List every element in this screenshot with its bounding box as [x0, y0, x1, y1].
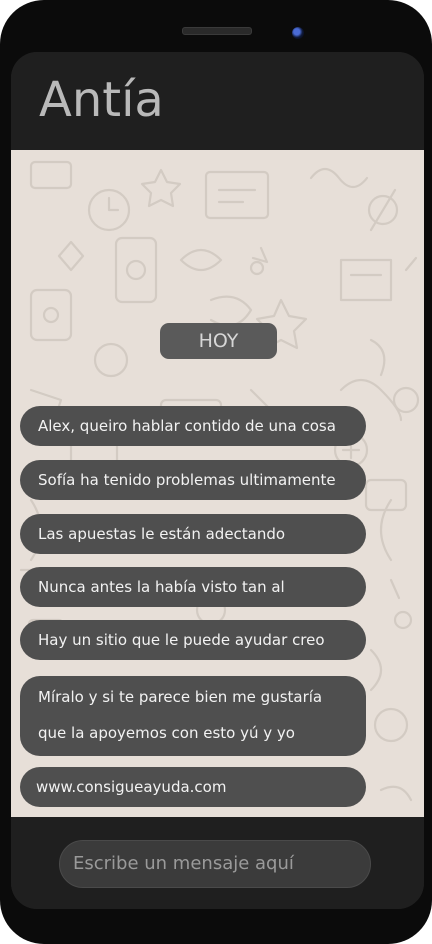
phone-screen: Antía HOY Alex, queiro hablar contido de…: [11, 52, 424, 909]
message-text: Nunca antes la había visto tan al: [38, 578, 285, 596]
phone-frame: Antía HOY Alex, queiro hablar contido de…: [0, 0, 432, 944]
date-separator-chip: HOY: [160, 323, 277, 359]
chat-area[interactable]: HOY Alex, queiro hablar contido de una c…: [11, 150, 424, 817]
message-text: Hay un sitio que le puede ayudar creo: [38, 631, 325, 649]
message-text: Míralo y si te parece bien me gustaría: [38, 688, 323, 706]
message-link-text[interactable]: www.consigueayuda.com: [36, 778, 226, 796]
message-bubble[interactable]: Nunca antes la había visto tan al: [20, 567, 366, 607]
front-camera: [292, 27, 304, 39]
message-bubble[interactable]: Alex, queiro hablar contido de una cosa: [20, 406, 366, 446]
message-bubble[interactable]: Hay un sitio que le puede ayudar creo: [20, 620, 366, 660]
message-text: Alex, queiro hablar contido de una cosa: [38, 417, 336, 435]
message-input[interactable]: Escribe un mensaje aquí: [59, 840, 371, 888]
message-bubble[interactable]: Las apuestas le están adectando: [20, 514, 366, 554]
message-text: que la apoyemos con esto yú y yo: [38, 724, 295, 742]
message-bubble[interactable]: Sofía ha tenido problemas ultimamente: [20, 460, 366, 500]
contact-name[interactable]: Antía: [39, 72, 164, 130]
message-text: Sofía ha tenido problemas ultimamente: [38, 471, 336, 489]
speaker-grille: [182, 27, 252, 35]
message-text: Las apuestas le están adectando: [38, 525, 286, 543]
composer-bar: Escribe un mensaje aquí: [11, 817, 424, 909]
message-bubble[interactable]: Míralo y si te parece bien me gustaría q…: [20, 676, 366, 756]
chat-header: Antía: [11, 52, 424, 150]
message-bubble-link[interactable]: www.consigueayuda.com: [20, 767, 366, 807]
